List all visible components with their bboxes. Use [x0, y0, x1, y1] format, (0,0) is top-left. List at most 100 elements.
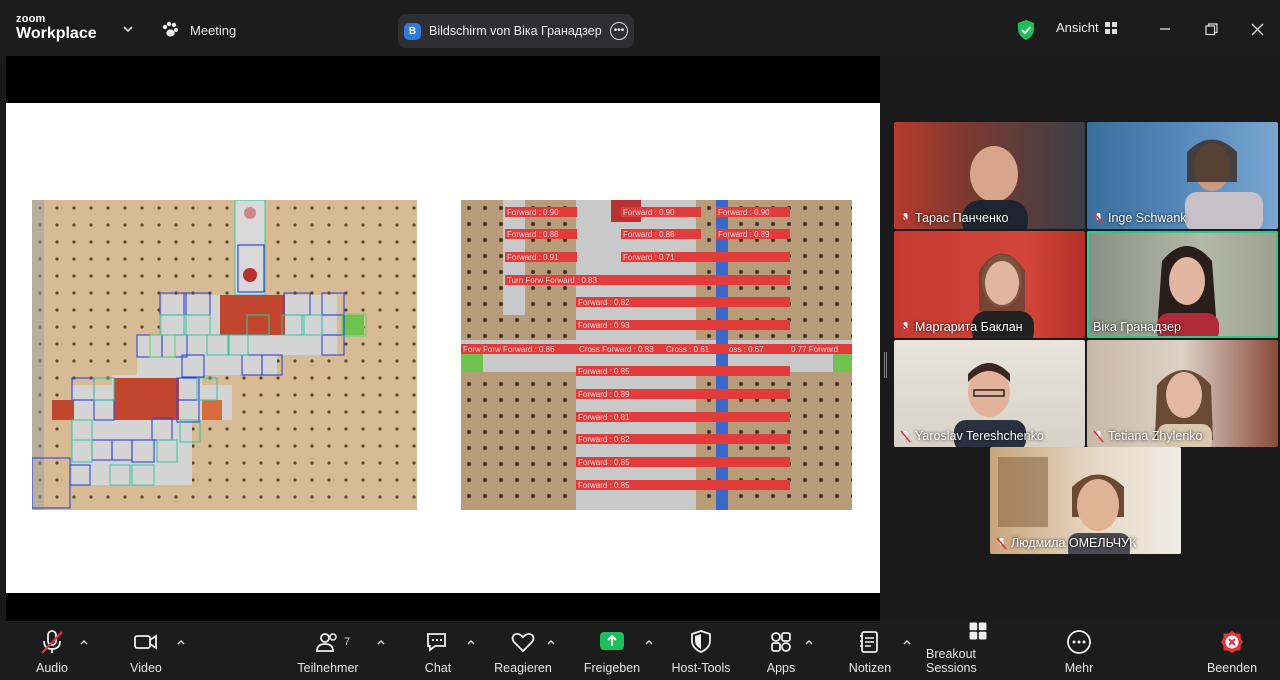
participant-name-tag: Людмила ОМЕЛЬЧУК [996, 536, 1136, 550]
participant-tile[interactable]: Тарас Панченко [894, 122, 1085, 229]
participant-name: Yaroslav Tereshchenko [915, 429, 1044, 443]
detection-label: oss : 0.67 [729, 345, 764, 354]
notes-label: Notizen [848, 661, 892, 675]
apps-button[interactable]: Apps [765, 621, 797, 680]
share-screen-icon [600, 632, 624, 650]
detection-label: Forward : 0.85 [578, 481, 630, 490]
participants-label: Teilnehmer [297, 661, 359, 675]
muted-mic-icon [41, 630, 63, 654]
detection-label: Forward : 0.91 [507, 253, 559, 262]
participant-tile[interactable]: Tetiana Zhylenko [1087, 340, 1278, 447]
detection-label: 0.77 Forward [791, 345, 838, 354]
share-label: Freigeben [583, 661, 641, 675]
share-options-caret-icon[interactable] [644, 637, 654, 647]
participant-tile[interactable]: Yaroslav Tereshchenko [894, 340, 1085, 447]
grid-view-icon [1104, 21, 1117, 34]
muted-mic-icon [996, 536, 1007, 550]
participant-name: Маргарита Баклан [915, 320, 1023, 334]
participant-name: Тарас Панченко [915, 211, 1009, 225]
notes-button[interactable]: Notizen [846, 621, 894, 680]
host-shield-icon [691, 630, 711, 653]
muted-mic-icon [1093, 429, 1104, 443]
detection-label: Forward : 0.85 [578, 458, 630, 467]
apps-icon [771, 632, 791, 652]
participant-name-tag: Віка Гранадзер [1093, 320, 1181, 334]
restore-button[interactable] [1200, 18, 1222, 40]
react-options-caret-icon[interactable] [546, 637, 556, 647]
chat-button[interactable]: Chat [420, 621, 456, 680]
participants-options-caret-icon[interactable] [376, 637, 386, 647]
more-dots-icon [1067, 630, 1091, 654]
participant-tile[interactable]: Inge Schwank [1087, 122, 1278, 229]
participant-tile-active-speaker[interactable]: Віка Гранадзер [1087, 231, 1278, 338]
pegboard-image-left [32, 200, 417, 510]
view-label: Ansicht [1056, 20, 1099, 35]
detection-label: Forward : 0.88 [623, 230, 675, 239]
screen-share-indicator[interactable]: B Bildschirm von Віка Гранадзер ••• [398, 14, 634, 48]
title-bar: zoom Workplace Meeting B Bildschirm von … [0, 0, 1280, 60]
pegboard-image-right: Forward : 0.90 Forward : 0.88 Forward : … [461, 200, 852, 510]
share-screen-button[interactable]: Freigeben [582, 621, 642, 680]
view-menu-button[interactable]: Ansicht [1056, 20, 1117, 35]
muted-mic-icon [1093, 211, 1104, 225]
chat-label: Chat [424, 661, 452, 675]
end-call-icon [1221, 631, 1243, 653]
video-camera-icon [134, 634, 157, 650]
close-window-button[interactable] [1246, 18, 1268, 40]
minimize-icon [1160, 28, 1170, 30]
encryption-shield-icon[interactable] [1016, 19, 1036, 41]
chevron-down-icon[interactable] [121, 22, 135, 36]
end-meeting-button[interactable]: Beenden [1204, 621, 1260, 680]
detection-label: Forward : 0.93 [578, 321, 630, 330]
close-icon [1251, 23, 1263, 35]
participant-name-tag: Тарас Панченко [900, 211, 1008, 225]
more-button[interactable]: Mehr [1060, 621, 1098, 680]
audio-button[interactable]: Audio [30, 621, 74, 680]
zoom-logo[interactable]: zoom Workplace [16, 14, 97, 42]
breakout-grid-icon [969, 622, 987, 640]
participant-name-tag: Yaroslav Tereshchenko [900, 429, 1044, 443]
chat-bubble-icon [427, 633, 446, 652]
video-button[interactable]: Video [125, 621, 167, 680]
paw-icon [162, 21, 178, 37]
chat-options-caret-icon[interactable] [466, 637, 476, 647]
muted-mic-icon [900, 429, 911, 443]
detection-label: Cross : 0.61 [666, 345, 710, 354]
host-tools-button[interactable]: Host-Tools [670, 621, 732, 680]
breakout-label: Breakout Sessions [926, 647, 977, 675]
detection-label: Forw Forw Forward : 0.86 [463, 345, 555, 354]
apps-options-caret-icon[interactable] [804, 637, 814, 647]
sharer-avatar-badge: B [404, 22, 421, 40]
muted-mic-icon [900, 211, 911, 225]
minimize-button[interactable] [1154, 18, 1176, 40]
more-label: Mehr [1064, 661, 1094, 675]
video-options-caret-icon[interactable] [176, 637, 186, 647]
detection-label: Forward : 0.71 [623, 253, 675, 262]
participant-name: Tetiana Zhylenko [1108, 429, 1203, 443]
muted-mic-icon [900, 320, 911, 334]
participant-tile[interactable]: Маргарита Баклан [894, 231, 1085, 338]
host-tools-label: Host-Tools [671, 661, 731, 675]
share-title: Bildschirm von Віка Гранадзер [429, 24, 602, 38]
participant-tile[interactable]: Людмила ОМЕЛЬЧУК [990, 447, 1181, 554]
participant-name: Віка Гранадзер [1093, 320, 1181, 334]
participants-button[interactable]: Teilnehmer [294, 621, 362, 680]
detection-label: Forward : 0.82 [578, 435, 630, 444]
audio-label: Audio [36, 661, 68, 675]
notes-options-caret-icon[interactable] [902, 637, 912, 647]
split-resize-handle[interactable] [884, 352, 887, 378]
detection-label: Turn Forw Forward : 0.83 [507, 276, 598, 285]
react-label: Reagieren [494, 661, 552, 675]
meeting-menu[interactable]: Meeting [160, 20, 236, 40]
logo-workplace-text: Workplace [16, 25, 97, 42]
breakout-sessions-button[interactable]: Breakout Sessions [926, 621, 1030, 680]
detection-label: Forward : 0.90 [507, 208, 559, 217]
detection-label: Forward : 0.85 [578, 367, 630, 376]
react-button[interactable]: Reagieren [493, 621, 553, 680]
detection-label: Forward : 0.90 [623, 208, 675, 217]
participant-name: Людмила ОМЕЛЬЧУК [1011, 536, 1137, 550]
more-options-icon[interactable]: ••• [610, 22, 628, 40]
audio-options-caret-icon[interactable] [79, 637, 89, 647]
meeting-label: Meeting [190, 22, 237, 38]
end-label: Beenden [1206, 661, 1258, 675]
